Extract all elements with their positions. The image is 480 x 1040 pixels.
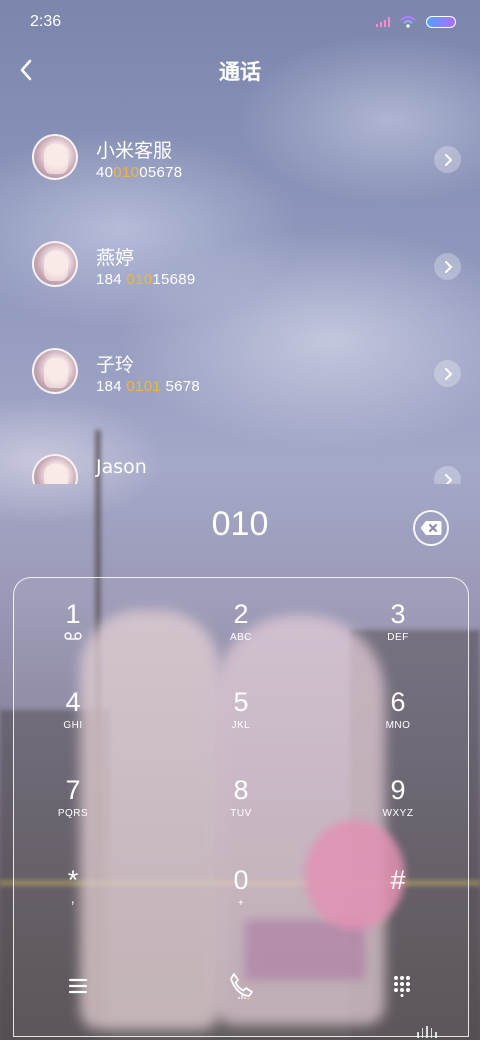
page-title: 通话 — [219, 60, 261, 84]
contact-row[interactable]: 子玲 184 0101 5678 — [0, 318, 480, 424]
chevron-right-icon — [444, 260, 452, 273]
key-6[interactable]: 6 MNO — [338, 682, 458, 762]
keypad-grid-icon — [394, 976, 410, 997]
key-4[interactable]: 4 GHI — [13, 682, 133, 762]
avatar — [32, 241, 78, 287]
voicemail-icon — [64, 632, 82, 640]
key-9[interactable]: 9 WXYZ — [338, 770, 458, 850]
key-1[interactable]: 1 — [13, 594, 133, 674]
menu-button[interactable] — [58, 966, 98, 1006]
chevron-right-icon — [444, 153, 452, 166]
call-button[interactable] — [221, 966, 261, 1006]
contact-number: 184 0101 5678 — [96, 378, 201, 395]
keypad-toggle-button[interactable] — [382, 966, 422, 1006]
key-star[interactable]: *, — [13, 860, 133, 940]
key-hash[interactable]: # — [338, 860, 458, 940]
call-icon — [230, 973, 253, 1000]
delete-digit-button[interactable] — [413, 510, 449, 546]
avatar — [32, 454, 78, 484]
dialed-number-display: 010 — [211, 505, 269, 543]
contact-name: Jason — [96, 456, 147, 478]
key-7[interactable]: 7 PQRS — [13, 770, 133, 850]
avatar — [32, 134, 78, 180]
number-match-highlight: 010 — [126, 271, 153, 288]
number-match-highlight: 0101 — [126, 378, 161, 395]
contact-detail-button[interactable] — [434, 146, 461, 173]
contact-detail-button[interactable] — [434, 360, 461, 387]
contact-row[interactable]: 小米客服 4001005678 — [0, 104, 480, 210]
contact-name: 燕婷 — [96, 247, 135, 269]
contact-name: 子玲 — [96, 354, 135, 376]
key-0[interactable]: 0 + — [181, 860, 301, 940]
signal-icon — [376, 17, 390, 27]
key-8[interactable]: 8 TUV — [181, 770, 301, 850]
avatar — [32, 348, 78, 394]
key-3[interactable]: 3 DEF — [338, 594, 458, 674]
contact-results-list: 小米客服 4001005678 燕婷 184 01015689 子玲 184 0… — [0, 104, 480, 484]
wifi-icon — [400, 16, 416, 28]
status-time: 2:36 — [30, 13, 62, 30]
contact-name: 小米客服 — [96, 140, 173, 162]
contact-number: 4001005678 — [96, 164, 183, 181]
contact-detail-button[interactable] — [434, 466, 461, 484]
number-match-highlight: 010 — [113, 164, 140, 181]
drag-handle[interactable] — [414, 1026, 440, 1038]
chevron-right-icon — [444, 473, 452, 484]
battery-icon — [426, 16, 456, 28]
menu-icon — [68, 978, 88, 994]
backspace-icon — [420, 521, 442, 535]
contact-row[interactable]: 燕婷 184 01015689 — [0, 211, 480, 317]
contact-row[interactable]: Jason — [0, 424, 480, 484]
contact-detail-button[interactable] — [434, 253, 461, 280]
status-bar: 2:36 — [0, 0, 480, 44]
key-2[interactable]: 2 ABC — [181, 594, 301, 674]
contact-number: 184 01015689 — [96, 271, 196, 288]
key-5[interactable]: 5 JKL — [181, 682, 301, 762]
title-bar: 通话 — [0, 48, 480, 92]
chevron-right-icon — [444, 367, 452, 380]
dial-keypad: 1 2 ABC 3 DEF 4 GHI 5 JKL 6 MNO 7 PQRS 8 TUV 9W… — [13, 577, 469, 1037]
